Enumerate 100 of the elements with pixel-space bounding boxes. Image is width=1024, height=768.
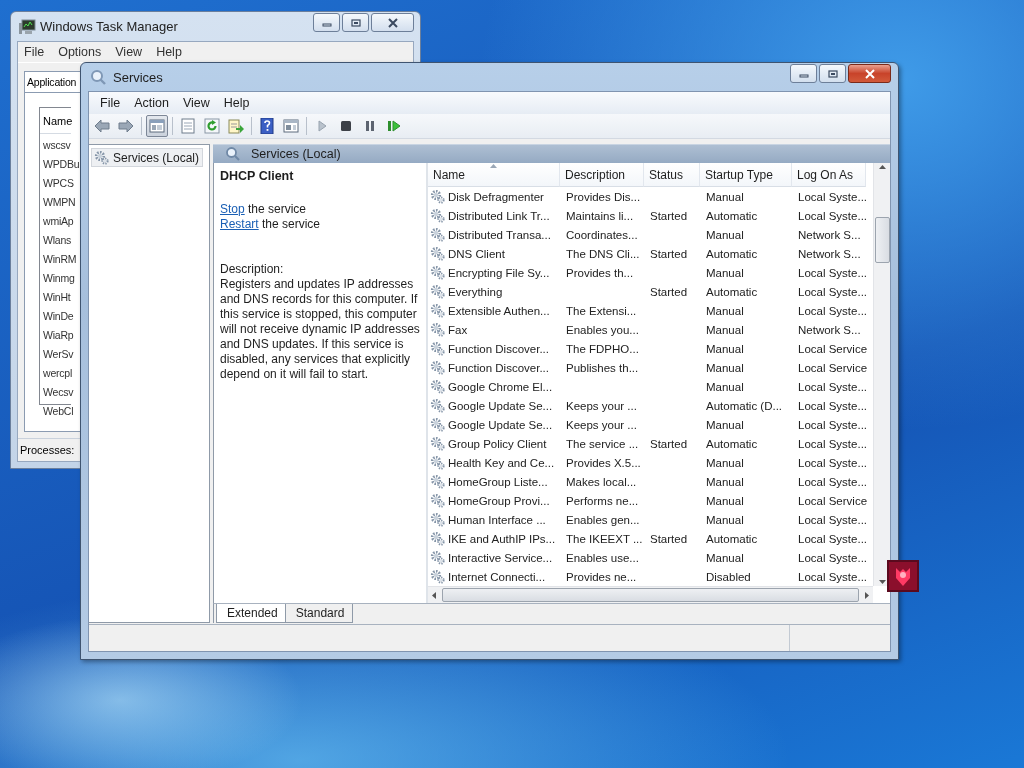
process-name[interactable]: WinHt: [43, 288, 71, 307]
gear-icon: [430, 398, 445, 413]
scroll-thumb[interactable]: [874, 216, 890, 263]
service-name-cell[interactable]: Extensible Authen...: [448, 304, 550, 317]
menu-item[interactable]: Help: [156, 45, 182, 59]
table-cell: Maintains li...: [566, 209, 634, 222]
back-arrow-icon: [94, 118, 110, 134]
process-name[interactable]: WinDe: [43, 307, 74, 326]
scroll-thumb[interactable]: [442, 588, 859, 602]
process-name[interactable]: wscsv: [43, 136, 71, 155]
menu-item[interactable]: Action: [127, 94, 176, 112]
service-name-cell[interactable]: IKE and AuthIP IPs...: [448, 532, 556, 545]
table-cell: Manual: [706, 304, 744, 317]
process-name[interactable]: Wlans: [43, 231, 72, 250]
table-cell: Automatic: [706, 209, 758, 222]
tree-item[interactable]: Services (Local): [91, 148, 204, 167]
menu-item[interactable]: File: [93, 94, 128, 112]
table-cell: Manual: [706, 266, 744, 279]
table-cell: The IKEEXT ...: [566, 532, 643, 545]
table-cell: Started: [650, 285, 688, 298]
column-header[interactable]: Description: [560, 163, 644, 187]
pane-button[interactable]: [146, 115, 168, 137]
export-icon: [228, 118, 244, 134]
close-button[interactable]: [848, 64, 891, 83]
column-header[interactable]: Status: [644, 163, 700, 187]
process-name[interactable]: WiaRp: [43, 326, 74, 345]
maximize-button[interactable]: [342, 13, 369, 32]
table-cell: Coordinates...: [566, 228, 638, 241]
tab[interactable]: Application: [24, 71, 82, 92]
maximize-button[interactable]: [819, 64, 846, 83]
table-cell: Automatic: [706, 532, 758, 545]
service-name-cell[interactable]: Distributed Link Tr...: [448, 209, 550, 222]
gear-icon: [430, 227, 445, 242]
menu-item[interactable]: Options: [58, 45, 102, 59]
service-name-cell[interactable]: Interactive Service...: [448, 551, 553, 564]
table-cell: Local Syste...: [798, 475, 868, 488]
action-link[interactable]: Restart: [220, 217, 259, 231]
table-cell: Manual: [706, 342, 744, 355]
menu-item[interactable]: File: [24, 45, 45, 59]
minimize-button[interactable]: [313, 13, 340, 32]
process-name[interactable]: WPCS: [43, 174, 74, 193]
process-name[interactable]: WerSv: [43, 345, 74, 364]
menu-item[interactable]: View: [175, 94, 217, 112]
service-name-cell[interactable]: Encrypting File Sy...: [448, 266, 550, 279]
column-header[interactable]: Startup Type: [700, 163, 792, 187]
table-cell: Performs ne...: [566, 494, 639, 507]
menu-item[interactable]: Help: [216, 94, 257, 112]
horizontal-scrollbar[interactable]: [428, 586, 873, 603]
column-header[interactable]: Name: [43, 114, 73, 127]
service-name-cell[interactable]: Health Key and Ce...: [448, 456, 555, 469]
table-cell: Started: [650, 209, 688, 222]
vertical-scrollbar[interactable]: [873, 163, 890, 586]
process-name[interactable]: WebCl: [43, 402, 74, 421]
service-name-cell[interactable]: Group Policy Client: [448, 437, 547, 450]
service-name-cell[interactable]: Everything: [448, 285, 503, 298]
table-cell: Local Syste...: [798, 190, 868, 203]
table-cell: Local Service: [798, 342, 868, 355]
table-cell: Automatic (D...: [706, 399, 783, 412]
service-name-cell[interactable]: Google Update Se...: [448, 418, 553, 431]
service-name-cell[interactable]: Distributed Transa...: [448, 228, 551, 241]
scroll-left-icon: [432, 591, 436, 599]
description-label: Description:: [220, 262, 285, 277]
column-header[interactable]: Name: [428, 163, 560, 187]
service-name-cell[interactable]: Function Discover...: [448, 342, 549, 355]
tab[interactable]: Standard: [284, 604, 354, 623]
service-name-cell[interactable]: Google Chrome El...: [448, 380, 553, 393]
process-name[interactable]: WPDBu: [43, 155, 80, 174]
action-link[interactable]: Stop: [220, 202, 245, 216]
process-name[interactable]: Wecsv: [43, 383, 74, 402]
table-cell: Local Syste...: [798, 513, 868, 526]
service-name-cell[interactable]: HomeGroup Liste...: [448, 475, 548, 488]
service-name-cell[interactable]: HomeGroup Provi...: [448, 494, 550, 507]
stop-icon: [338, 118, 354, 134]
process-name[interactable]: wercpl: [43, 364, 73, 383]
table-cell: The service ...: [566, 437, 639, 450]
service-name-cell[interactable]: Google Update Se...: [448, 399, 553, 412]
process-name[interactable]: Winmg: [43, 269, 75, 288]
table-cell: Local Service: [798, 494, 868, 507]
service-name-cell[interactable]: Fax: [448, 323, 468, 336]
table-cell: Provides X.5...: [566, 456, 641, 469]
process-name[interactable]: WMPN: [43, 193, 76, 212]
table-cell: Provides th...: [566, 266, 634, 279]
gear-icon: [430, 493, 445, 508]
service-name-cell[interactable]: DNS Client: [448, 247, 505, 260]
column-header[interactable]: Log On As: [792, 163, 866, 187]
service-name-cell[interactable]: Human Interface ...: [448, 513, 546, 526]
process-name[interactable]: WinRM: [43, 250, 77, 269]
close-button[interactable]: [371, 13, 414, 32]
app-icon[interactable]: [887, 560, 919, 592]
tab[interactable]: Extended: [216, 604, 287, 623]
service-name-cell[interactable]: Disk Defragmenter: [448, 190, 544, 203]
minimize-button[interactable]: [790, 64, 817, 83]
service-name-cell[interactable]: Internet Connecti...: [448, 570, 546, 583]
process-name[interactable]: wmiAp: [43, 212, 74, 231]
menu-item[interactable]: View: [115, 45, 143, 59]
refresh-button[interactable]: [201, 115, 223, 137]
service-name-cell[interactable]: Function Discover...: [448, 361, 549, 374]
table-cell: Automatic: [706, 247, 758, 260]
gear-icon: [430, 379, 445, 394]
table-cell: Started: [650, 532, 688, 545]
